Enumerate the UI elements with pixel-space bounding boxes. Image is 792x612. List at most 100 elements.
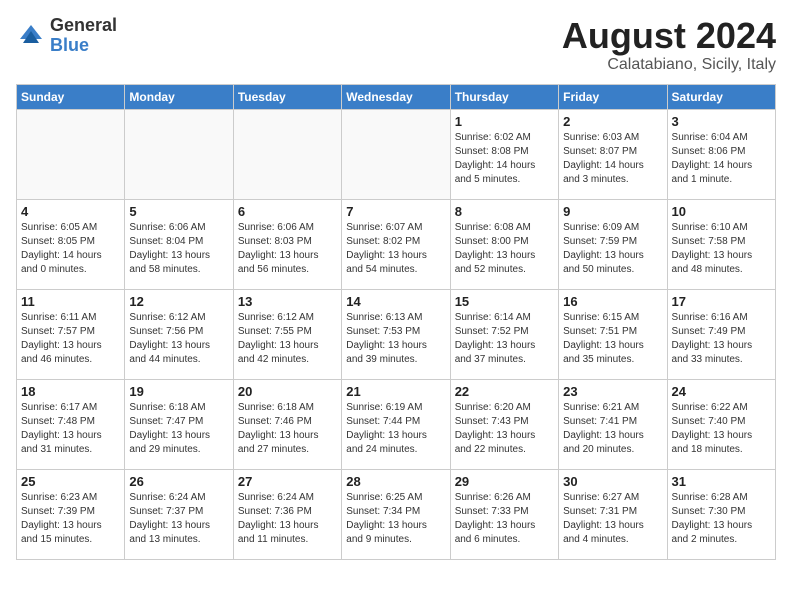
calendar-cell: 7 Sunrise: 6:07 AMSunset: 8:02 PMDaylight… <box>342 199 450 289</box>
calendar-title: August 2024 <box>562 16 776 56</box>
day-info: Sunrise: 6:21 AMSunset: 7:41 PMDaylight:… <box>563 401 662 457</box>
logo-text: General Blue <box>50 16 117 56</box>
calendar-cell: 16 Sunrise: 6:15 AMSunset: 7:51 PMDayligh… <box>559 289 667 379</box>
day-number: 25 <box>21 474 120 489</box>
day-info: Sunrise: 6:14 AMSunset: 7:52 PMDaylight:… <box>455 311 554 367</box>
day-number: 8 <box>455 204 554 219</box>
day-number: 31 <box>672 474 771 489</box>
calendar-cell <box>125 109 233 199</box>
calendar-cell: 10Sunrise: 6:10 AMSunset: 7:58 PMDayligh… <box>667 199 775 289</box>
calendar-table: SundayMondayTuesdayWednesdayThursdayFrid… <box>16 84 776 560</box>
calendar-cell: 11 Sunrise: 6:11 AMSunset: 7:57 PMDayligh… <box>17 289 125 379</box>
calendar-cell: 4 Sunrise: 6:05 AMSunset: 8:05 PMDaylight… <box>17 199 125 289</box>
day-number: 29 <box>455 474 554 489</box>
weekday-header-friday: Friday <box>559 84 667 109</box>
day-info: Sunrise: 6:03 AMSunset: 8:07 PMDaylight:… <box>563 131 662 187</box>
calendar-cell: 20 Sunrise: 6:18 AMSunset: 7:46 PMDayligh… <box>233 379 341 469</box>
day-number: 26 <box>129 474 228 489</box>
calendar-cell: 31 Sunrise: 6:28 AMSunset: 7:30 PMDayligh… <box>667 469 775 559</box>
day-number: 17 <box>672 294 771 309</box>
day-info: Sunrise: 6:09 AMSunset: 7:59 PMDaylight:… <box>563 221 662 277</box>
day-info: Sunrise: 6:07 AMSunset: 8:02 PMDaylight:… <box>346 221 445 277</box>
calendar-week-row: 11 Sunrise: 6:11 AMSunset: 7:57 PMDayligh… <box>17 289 776 379</box>
calendar-cell: 14Sunrise: 6:13 AMSunset: 7:53 PMDayligh… <box>342 289 450 379</box>
day-info: Sunrise: 6:20 AMSunset: 7:43 PMDaylight:… <box>455 401 554 457</box>
day-number: 20 <box>238 384 337 399</box>
weekday-header-sunday: Sunday <box>17 84 125 109</box>
calendar-cell: 30 Sunrise: 6:27 AMSunset: 7:31 PMDayligh… <box>559 469 667 559</box>
day-number: 18 <box>21 384 120 399</box>
day-info: Sunrise: 6:12 AMSunset: 7:56 PMDaylight:… <box>129 311 228 367</box>
logo-icon <box>16 21 46 51</box>
page-header: General Blue August 2024 Calatabiano, Si… <box>16 16 776 74</box>
weekday-header-thursday: Thursday <box>450 84 558 109</box>
day-info: Sunrise: 6:19 AMSunset: 7:44 PMDaylight:… <box>346 401 445 457</box>
calendar-cell: 21 Sunrise: 6:19 AMSunset: 7:44 PMDayligh… <box>342 379 450 469</box>
calendar-week-row: 4 Sunrise: 6:05 AMSunset: 8:05 PMDaylight… <box>17 199 776 289</box>
title-block: August 2024 Calatabiano, Sicily, Italy <box>562 16 776 74</box>
day-number: 1 <box>455 114 554 129</box>
day-info: Sunrise: 6:04 AMSunset: 8:06 PMDaylight:… <box>672 131 771 187</box>
calendar-week-row: 18 Sunrise: 6:17 AMSunset: 7:48 PMDayligh… <box>17 379 776 469</box>
calendar-cell: 27 Sunrise: 6:24 AMSunset: 7:36 PMDayligh… <box>233 469 341 559</box>
logo-general-text: General <box>50 16 117 36</box>
calendar-cell: 23Sunrise: 6:21 AMSunset: 7:41 PMDayligh… <box>559 379 667 469</box>
calendar-cell: 6Sunrise: 6:06 AMSunset: 8:03 PMDaylight… <box>233 199 341 289</box>
day-number: 7 <box>346 204 445 219</box>
weekday-header-row: SundayMondayTuesdayWednesdayThursdayFrid… <box>17 84 776 109</box>
day-number: 21 <box>346 384 445 399</box>
day-info: Sunrise: 6:16 AMSunset: 7:49 PMDaylight:… <box>672 311 771 367</box>
calendar-cell: 9 Sunrise: 6:09 AMSunset: 7:59 PMDaylight… <box>559 199 667 289</box>
calendar-cell: 25Sunrise: 6:23 AMSunset: 7:39 PMDayligh… <box>17 469 125 559</box>
day-info: Sunrise: 6:13 AMSunset: 7:53 PMDaylight:… <box>346 311 445 367</box>
calendar-cell: 3Sunrise: 6:04 AMSunset: 8:06 PMDaylight… <box>667 109 775 199</box>
day-info: Sunrise: 6:15 AMSunset: 7:51 PMDaylight:… <box>563 311 662 367</box>
logo: General Blue <box>16 16 117 56</box>
day-info: Sunrise: 6:05 AMSunset: 8:05 PMDaylight:… <box>21 221 120 277</box>
day-info: Sunrise: 6:06 AMSunset: 8:04 PMDaylight:… <box>129 221 228 277</box>
calendar-cell: 12Sunrise: 6:12 AMSunset: 7:56 PMDayligh… <box>125 289 233 379</box>
day-number: 6 <box>238 204 337 219</box>
weekday-header-saturday: Saturday <box>667 84 775 109</box>
day-info: Sunrise: 6:18 AMSunset: 7:46 PMDaylight:… <box>238 401 337 457</box>
day-number: 4 <box>21 204 120 219</box>
day-info: Sunrise: 6:02 AMSunset: 8:08 PMDaylight:… <box>455 131 554 187</box>
logo-blue-text: Blue <box>50 36 117 56</box>
day-info: Sunrise: 6:24 AMSunset: 7:36 PMDaylight:… <box>238 491 337 547</box>
calendar-cell: 29 Sunrise: 6:26 AMSunset: 7:33 PMDayligh… <box>450 469 558 559</box>
calendar-location: Calatabiano, Sicily, Italy <box>562 56 776 74</box>
day-number: 19 <box>129 384 228 399</box>
day-number: 27 <box>238 474 337 489</box>
day-info: Sunrise: 6:12 AMSunset: 7:55 PMDaylight:… <box>238 311 337 367</box>
day-number: 28 <box>346 474 445 489</box>
calendar-cell <box>342 109 450 199</box>
calendar-cell: 13 Sunrise: 6:12 AMSunset: 7:55 PMDayligh… <box>233 289 341 379</box>
calendar-cell: 1 Sunrise: 6:02 AMSunset: 8:08 PMDaylight… <box>450 109 558 199</box>
day-info: Sunrise: 6:22 AMSunset: 7:40 PMDaylight:… <box>672 401 771 457</box>
calendar-cell: 19Sunrise: 6:18 AMSunset: 7:47 PMDayligh… <box>125 379 233 469</box>
day-number: 30 <box>563 474 662 489</box>
day-number: 22 <box>455 384 554 399</box>
day-info: Sunrise: 6:28 AMSunset: 7:30 PMDaylight:… <box>672 491 771 547</box>
day-info: Sunrise: 6:27 AMSunset: 7:31 PMDaylight:… <box>563 491 662 547</box>
calendar-week-row: 25Sunrise: 6:23 AMSunset: 7:39 PMDayligh… <box>17 469 776 559</box>
calendar-cell: 22 Sunrise: 6:20 AMSunset: 7:43 PMDayligh… <box>450 379 558 469</box>
calendar-cell: 26Sunrise: 6:24 AMSunset: 7:37 PMDayligh… <box>125 469 233 559</box>
day-number: 13 <box>238 294 337 309</box>
day-number: 15 <box>455 294 554 309</box>
day-info: Sunrise: 6:17 AMSunset: 7:48 PMDaylight:… <box>21 401 120 457</box>
calendar-cell <box>17 109 125 199</box>
weekday-header-tuesday: Tuesday <box>233 84 341 109</box>
day-number: 9 <box>563 204 662 219</box>
calendar-cell: 8 Sunrise: 6:08 AMSunset: 8:00 PMDaylight… <box>450 199 558 289</box>
day-number: 11 <box>21 294 120 309</box>
day-info: Sunrise: 6:11 AMSunset: 7:57 PMDaylight:… <box>21 311 120 367</box>
day-number: 16 <box>563 294 662 309</box>
day-info: Sunrise: 6:08 AMSunset: 8:00 PMDaylight:… <box>455 221 554 277</box>
calendar-cell: 17 Sunrise: 6:16 AMSunset: 7:49 PMDayligh… <box>667 289 775 379</box>
weekday-header-wednesday: Wednesday <box>342 84 450 109</box>
day-number: 10 <box>672 204 771 219</box>
day-number: 5 <box>129 204 228 219</box>
day-info: Sunrise: 6:26 AMSunset: 7:33 PMDaylight:… <box>455 491 554 547</box>
calendar-cell: 5 Sunrise: 6:06 AMSunset: 8:04 PMDaylight… <box>125 199 233 289</box>
